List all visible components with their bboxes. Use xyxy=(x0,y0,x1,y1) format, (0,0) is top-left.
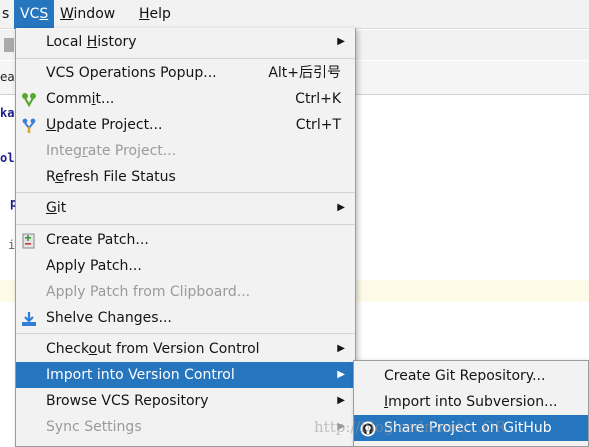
menu-separator xyxy=(16,58,355,59)
menu-item-shelve-changes[interactable]: Shelve Changes... xyxy=(16,305,355,331)
menu-item-integrate-project: Integrate Project... xyxy=(46,143,177,159)
chevron-right-icon: ▶ xyxy=(337,369,345,380)
chevron-right-icon: ▶ xyxy=(337,343,345,354)
update-project-icon xyxy=(21,117,37,133)
menu-separator xyxy=(16,224,355,225)
menu-tools-partial[interactable]: s xyxy=(0,0,15,29)
shelve-changes-icon xyxy=(21,310,37,326)
menu-item-import-into-vc[interactable]: Import into Version Control ▶ xyxy=(16,362,355,388)
menu-item-browse-vcs-repository[interactable]: Browse VCS Repository ▶ xyxy=(16,388,355,414)
github-icon xyxy=(360,420,376,437)
menu-item-apply-patch-from-clipboard: Apply Patch from Clipboard... xyxy=(46,284,251,300)
code-fragment: ka xyxy=(0,106,15,120)
commit-icon xyxy=(21,91,37,108)
toolbar-button[interactable] xyxy=(4,38,14,52)
menu-item-sync-settings: Sync Settings ▶ xyxy=(16,414,355,440)
chevron-right-icon: ▶ xyxy=(337,202,345,213)
submenu-item-import-into-subversion[interactable]: Import into Subversion... xyxy=(354,389,588,415)
menu-item-vcs-operations-popup[interactable]: VCS Operations Popup... Alt+后引号 xyxy=(16,60,355,86)
menu-separator xyxy=(16,333,355,334)
import-vc-submenu: Create Git Repository... Import into Sub… xyxy=(353,360,589,447)
vcs-menu: Local History ▶ VCS Operations Popup... … xyxy=(15,28,356,447)
menu-help[interactable]: Help xyxy=(133,0,177,29)
menu-item-local-history[interactable]: Local History ▶ xyxy=(16,29,355,55)
menubar: s VCS Window Help xyxy=(0,0,589,29)
editor-tab-label[interactable]: ea xyxy=(0,70,15,84)
menu-item-refresh-file-status[interactable]: Refresh File Status xyxy=(16,164,355,190)
menu-item-checkout-from-vc[interactable]: Checkout from Version Control ▶ xyxy=(16,336,355,362)
chevron-right-icon: ▶ xyxy=(337,395,345,406)
shortcut-label: Ctrl+K xyxy=(295,91,341,107)
create-patch-icon xyxy=(21,232,37,249)
menu-item-update-project[interactable]: Update Project... Ctrl+T xyxy=(16,112,355,138)
menu-item-apply-patch[interactable]: Apply Patch... xyxy=(16,253,355,279)
menu-separator xyxy=(16,192,355,193)
chevron-right-icon: ▶ xyxy=(337,421,345,432)
menu-item-git[interactable]: Git ▶ xyxy=(16,195,355,221)
menu-vcs[interactable]: VCS xyxy=(14,0,55,29)
submenu-item-create-git-repository[interactable]: Create Git Repository... xyxy=(354,363,588,389)
submenu-item-share-on-github[interactable]: Share Project on GitHub xyxy=(354,415,588,441)
chevron-right-icon: ▶ xyxy=(337,36,345,47)
menu-window[interactable]: Window xyxy=(54,0,121,29)
shortcut-label: Ctrl+T xyxy=(295,117,341,133)
menu-item-create-patch[interactable]: Create Patch... xyxy=(16,227,355,253)
shortcut-label: Alt+后引号 xyxy=(268,65,341,81)
menu-item-commit[interactable]: Commit... Ctrl+K xyxy=(16,86,355,112)
